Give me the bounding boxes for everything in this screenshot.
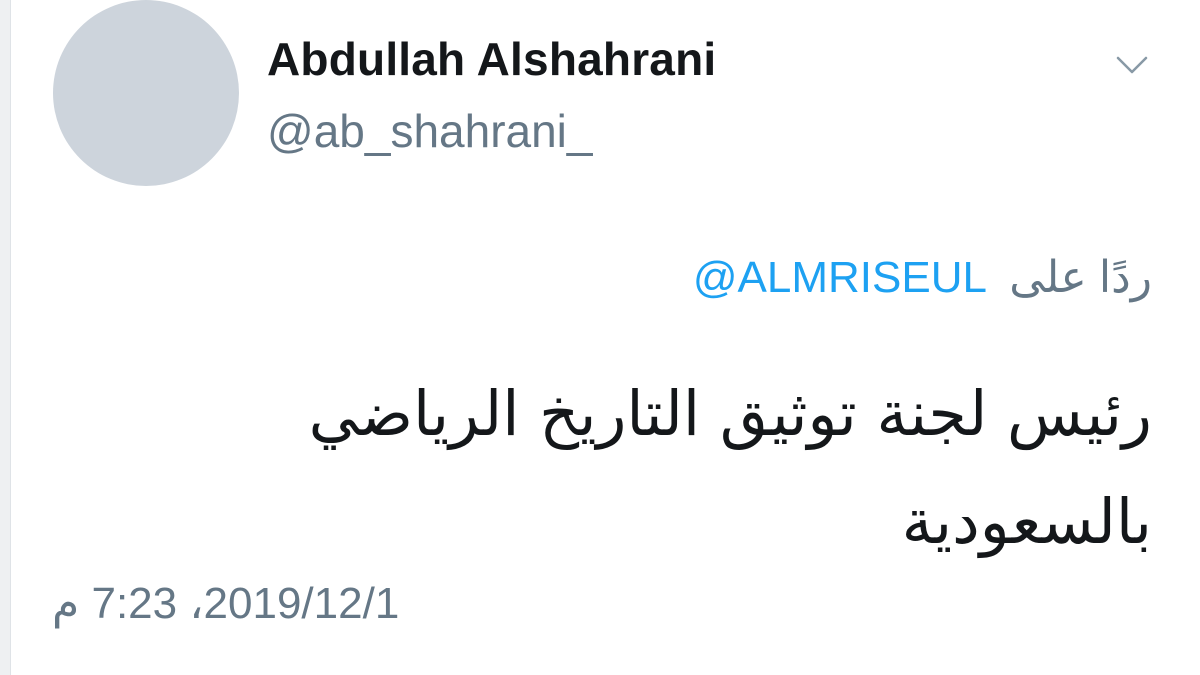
tweet-text: رئيس لجنة توثيق التاريخ الرياضي بالسعودي… xyxy=(308,377,1152,558)
reply-prefix: ردًا على xyxy=(1009,253,1152,302)
display-name[interactable]: Abdullah Alshahrani xyxy=(267,32,716,86)
user-handle[interactable]: @ab_shahrani_ xyxy=(267,104,592,158)
reply-mention-link[interactable]: @ALMRISEUL xyxy=(693,253,987,302)
reply-context: ردًا على @ALMRISEUL xyxy=(693,252,1152,303)
avatar[interactable] xyxy=(53,0,239,186)
chevron-down-icon[interactable] xyxy=(1112,52,1152,78)
tweet-timestamp[interactable]: 2019/12/1، 7:23 م xyxy=(52,578,399,629)
left-border xyxy=(0,0,11,675)
